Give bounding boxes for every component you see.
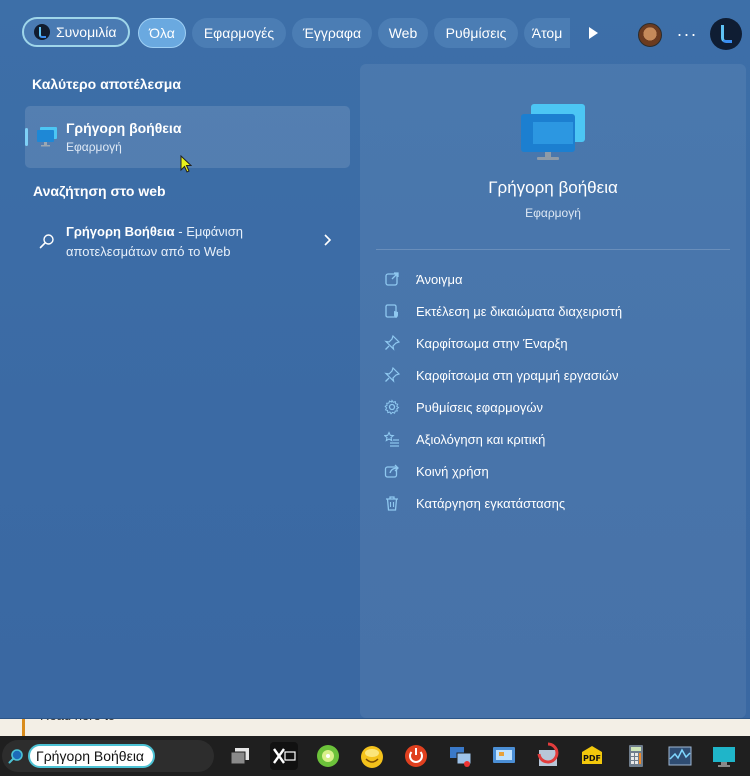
action-uninstall-label: Κατάργηση εγκατάστασης [416,495,566,511]
avatar[interactable] [638,23,662,47]
action-app-settings-label: Ρυθμίσεις εφαρμογών [416,399,543,415]
rollback-app-icon[interactable] [534,742,562,770]
search-icon [8,749,23,764]
taskbar: Γρήγορη Βοήθεια PDF [0,736,750,776]
action-share[interactable]: Κοινή χρήση [384,459,724,483]
chat-filter-label: Συνομιλία [56,24,117,40]
selection-indicator [25,128,28,146]
chat-filter-button[interactable]: Συνομιλία [22,17,130,47]
bing-chat-icon[interactable] [710,18,742,50]
search-icon [39,234,54,249]
mouse-cursor-icon [180,155,192,173]
filter-settings[interactable]: Ρυθμίσεις [434,18,518,48]
taskbar-search-input[interactable]: Γρήγορη Βοήθεια [28,744,155,768]
pin-icon [384,335,400,351]
admin-shield-icon [385,304,398,318]
action-pin-taskbar-label: Καρφίτσωμα στη γραμμή εργασιών [416,367,619,383]
filter-bar: Συνομιλία Όλα Εφαρμογές Έγγραφα Web Ρυθμ… [0,0,750,66]
filter-web[interactable]: Web [378,18,428,48]
filter-documents[interactable]: Έγγραφα [292,18,372,48]
preview-pane: Γρήγορη βοήθεια Εφαρμογή Άνοιγμα Εκτέλεσ… [360,64,746,718]
preview-divider [376,249,730,250]
action-run-as-admin-label: Εκτέλεση με δικαιώματα διαχειριστή [416,303,623,319]
svg-text:PDF: PDF [583,754,601,763]
taskbar-search[interactable]: Γρήγορη Βοήθεια [2,740,214,772]
action-open-label: Άνοιγμα [416,271,463,287]
best-match-subtitle: Εφαρμογή [66,140,122,154]
best-match-heading: Καλύτερο αποτέλεσμα [32,76,181,92]
action-open[interactable]: Άνοιγμα [384,267,724,291]
calculator-app-icon[interactable] [622,742,650,770]
best-match-title: Γρήγορη βοήθεια [66,120,182,136]
bing-icon [34,24,50,40]
more-options-icon[interactable]: ··· [676,23,698,45]
kiwi-app-icon[interactable] [314,742,342,770]
quick-assist-icon [37,127,57,147]
x-app-icon[interactable] [270,742,298,770]
filter-all[interactable]: Όλα [138,18,186,48]
action-share-label: Κοινή χρήση [416,463,489,479]
chevron-right-icon[interactable] [322,234,332,246]
scroll-filters-play-icon[interactable] [582,23,602,43]
trash-icon [386,496,398,511]
action-pin-start-label: Καρφίτσωμα στην Έναρξη [416,335,568,351]
quick-assist-large-icon [521,104,585,160]
network-app-icon[interactable] [446,742,474,770]
share-icon [384,464,399,478]
web-search-query: Γρήγορη Βοήθεια [66,224,175,239]
action-app-settings[interactable]: Ρυθμίσεις εφαρμογών [384,395,724,419]
web-search-item[interactable]: Γρήγορη Βοήθεια - Εμφάνιση αποτελεσμάτων… [25,218,350,266]
smiley-app-icon[interactable] [358,742,386,770]
filter-people[interactable]: Άτομ [524,18,570,48]
action-pin-taskbar[interactable]: Καρφίτσωμα στη γραμμή εργασιών [384,363,724,387]
preview-subtitle: Εφαρμογή [525,206,581,220]
web-search-text: Γρήγορη Βοήθεια - Εμφάνιση αποτελεσμάτων… [66,222,316,262]
web-search-heading: Αναζήτηση στο web [33,183,166,199]
action-uninstall[interactable]: Κατάργηση εγκατάστασης [384,491,724,515]
pdf-app-icon[interactable]: PDF [578,742,606,770]
task-view-icon[interactable] [226,742,254,770]
open-icon [385,272,399,286]
action-run-as-admin[interactable]: Εκτέλεση με δικαιώματα διαχειριστή [384,299,724,323]
power-app-icon[interactable] [402,742,430,770]
monitor-app-icon[interactable] [490,742,518,770]
preview-title: Γρήγορη βοήθεια [488,178,618,197]
filter-apps[interactable]: Εφαρμογές [192,18,286,48]
action-rate-review-label: Αξιολόγηση και κριτική [416,431,546,447]
search-panel: Συνομιλία Όλα Εφαρμογές Έγγραφα Web Ρυθμ… [0,0,750,719]
activity-monitor-app-icon[interactable] [666,742,694,770]
pin-icon [384,367,400,383]
action-rate-review[interactable]: Αξιολόγηση και κριτική [384,427,724,451]
display-app-icon[interactable] [710,742,738,770]
star-list-icon [384,431,399,447]
action-pin-start[interactable]: Καρφίτσωμα στην Έναρξη [384,331,724,355]
gear-icon [384,399,400,415]
